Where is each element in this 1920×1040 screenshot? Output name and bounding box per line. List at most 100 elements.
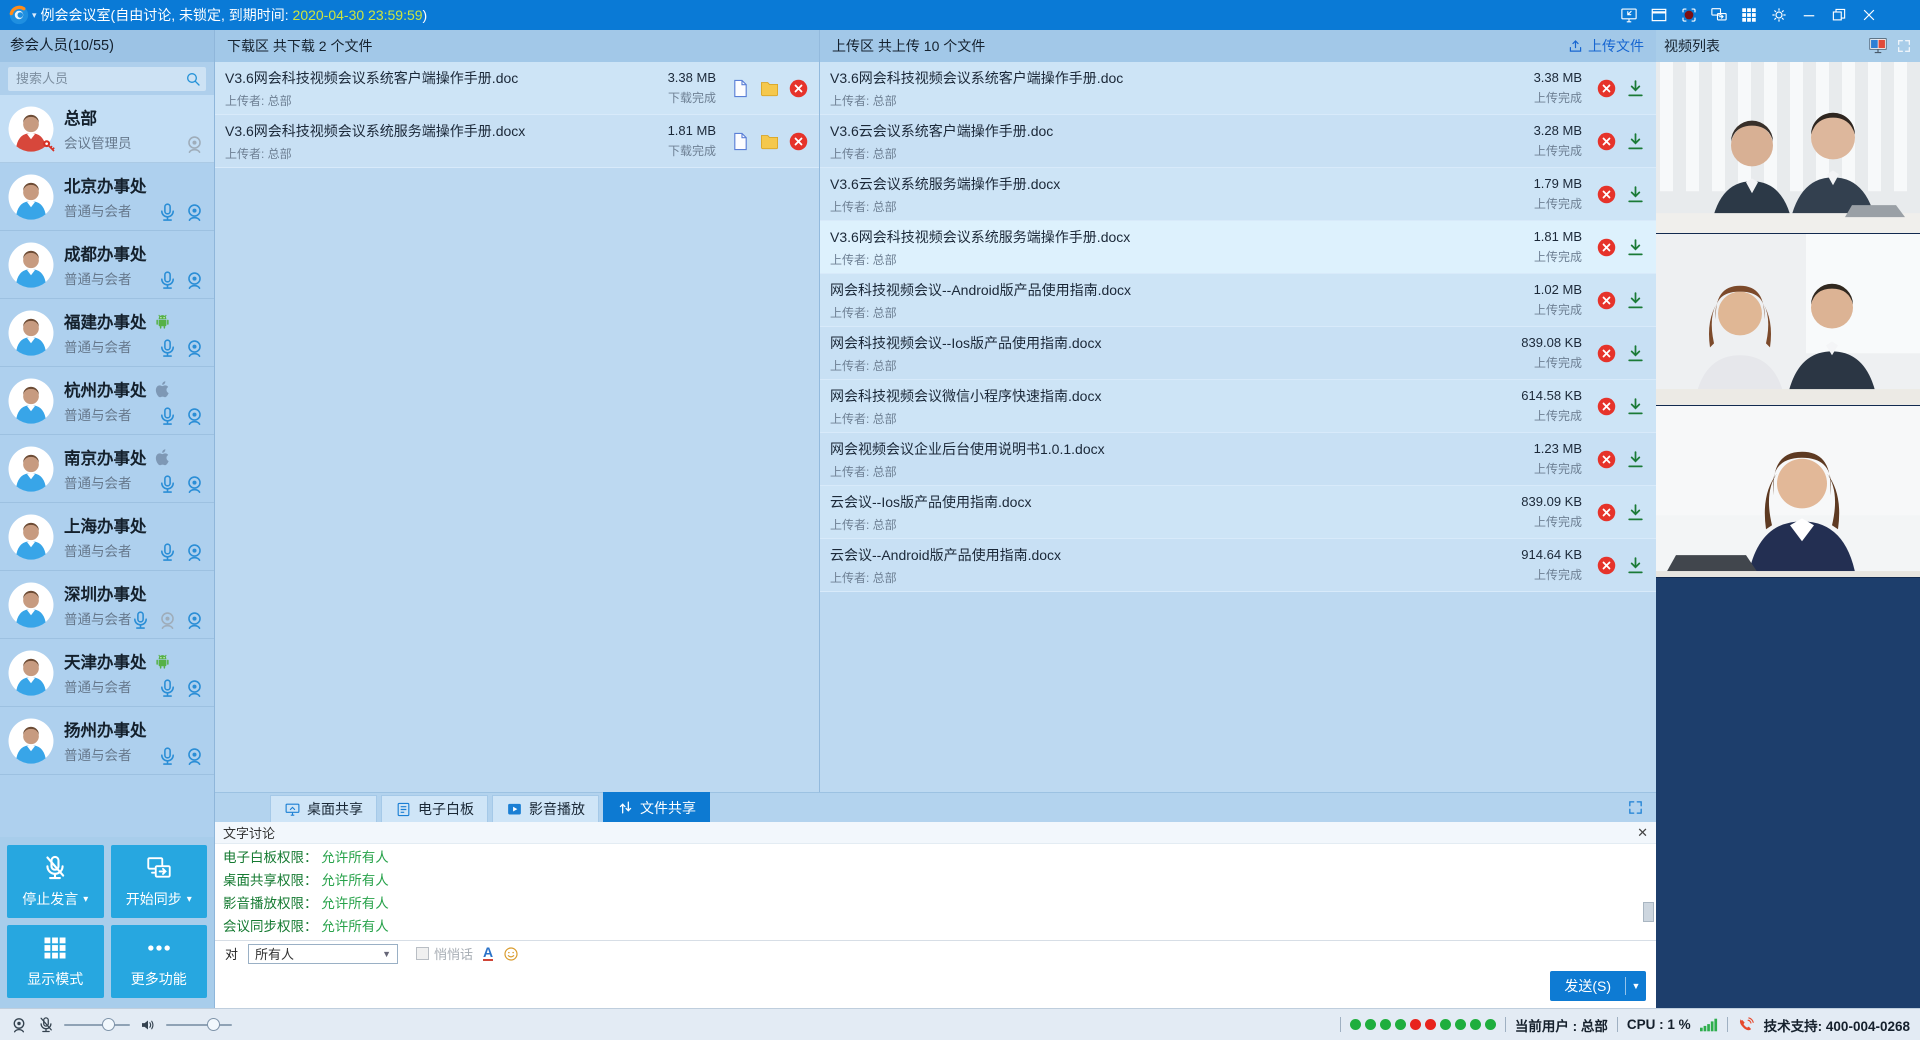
upload-file-row[interactable]: V3.6网会科技视频会议系统服务端操作手册.docx 上传者: 总部 1.81 …	[820, 221, 1656, 274]
tab[interactable]: 桌面共享	[270, 795, 377, 822]
xcircle-icon[interactable]	[1596, 502, 1617, 523]
xcircle-icon[interactable]	[1596, 555, 1617, 576]
display-grid-button[interactable]	[1740, 6, 1758, 24]
download-file-row[interactable]: V3.6网会科技视频会议系统服务端操作手册.docx 上传者: 总部 1.81 …	[215, 115, 819, 168]
upload-file-button[interactable]: 上传文件	[1567, 36, 1644, 56]
download-icon[interactable]	[1625, 502, 1646, 523]
folder-icon[interactable]	[759, 78, 780, 99]
upload-file-row[interactable]: 网会科技视频会议--Android版产品使用指南.docx 上传者: 总部 1.…	[820, 274, 1656, 327]
cam-icon[interactable]	[184, 678, 205, 699]
upload-file-row[interactable]: 云会议--Android版产品使用指南.docx 上传者: 总部 914.64 …	[820, 539, 1656, 592]
participant-row[interactable]: 北京办事处 普通与会者	[0, 163, 214, 231]
video-thumbnail[interactable]	[1656, 62, 1920, 234]
send-options-caret-icon[interactable]: ▼	[1626, 981, 1646, 991]
title-menu-caret-icon[interactable]: ▾	[32, 10, 37, 21]
sidebar-action-button[interactable]: 停止发言▾	[7, 845, 104, 918]
participant-row[interactable]: 天津办事处 普通与会者	[0, 639, 214, 707]
upload-file-row[interactable]: 云会议--Ios版产品使用指南.docx 上传者: 总部 839.09 KB 上…	[820, 486, 1656, 539]
mic-icon[interactable]	[157, 270, 178, 291]
download-file-row[interactable]: V3.6网会科技视频会议系统客户端操作手册.doc 上传者: 总部 3.38 M…	[215, 62, 819, 115]
speaker-volume-slider[interactable]	[166, 1024, 232, 1026]
download-icon[interactable]	[1625, 237, 1646, 258]
mic-volume-slider[interactable]	[64, 1024, 130, 1026]
cam-grey-icon[interactable]	[157, 610, 178, 631]
participant-row[interactable]: 福建办事处 普通与会者	[0, 299, 214, 367]
mic-icon[interactable]	[157, 202, 178, 223]
cam-icon[interactable]	[184, 338, 205, 359]
screen-share-button[interactable]	[1710, 6, 1728, 24]
xcircle-icon[interactable]	[1596, 290, 1617, 311]
folder-icon[interactable]	[759, 131, 780, 152]
mic-icon[interactable]	[157, 678, 178, 699]
minimize-button[interactable]	[1800, 6, 1818, 24]
xcircle-icon[interactable]	[1596, 131, 1617, 152]
cam-icon[interactable]	[184, 270, 205, 291]
xcircle-icon[interactable]	[1596, 396, 1617, 417]
upload-file-row[interactable]: V3.6云会议系统客户端操作手册.doc 上传者: 总部 3.28 MB 上传完…	[820, 115, 1656, 168]
close-button[interactable]	[1860, 6, 1878, 24]
mic-icon[interactable]	[157, 406, 178, 427]
emoji-button[interactable]	[503, 946, 519, 962]
mic-icon[interactable]	[130, 610, 151, 631]
cam-icon[interactable]	[184, 406, 205, 427]
video-layout-button[interactable]	[1868, 37, 1888, 55]
participant-row[interactable]: 上海办事处 普通与会者	[0, 503, 214, 571]
xcircle-icon[interactable]	[1596, 237, 1617, 258]
mic-icon[interactable]	[157, 542, 178, 563]
page-icon[interactable]	[730, 131, 751, 152]
upload-file-row[interactable]: 网会科技视频会议--Ios版产品使用指南.docx 上传者: 总部 839.08…	[820, 327, 1656, 380]
mic-icon[interactable]	[157, 746, 178, 767]
download-icon[interactable]	[1625, 290, 1646, 311]
download-icon[interactable]	[1625, 343, 1646, 364]
xcircle-icon[interactable]	[1596, 343, 1617, 364]
mic-icon[interactable]	[157, 338, 178, 359]
video-expand-icon[interactable]	[1896, 38, 1912, 54]
xcircle-icon[interactable]	[788, 78, 809, 99]
participant-row[interactable]: 南京办事处 普通与会者	[0, 435, 214, 503]
page-icon[interactable]	[730, 78, 751, 99]
xcircle-icon[interactable]	[1596, 184, 1617, 205]
window-mode-button[interactable]	[1650, 6, 1668, 24]
message-input[interactable]: 发送(S) ▼	[215, 966, 1656, 1008]
participant-row[interactable]: 杭州办事处 普通与会者	[0, 367, 214, 435]
settings-button[interactable]	[1770, 6, 1788, 24]
download-icon[interactable]	[1625, 555, 1646, 576]
download-icon[interactable]	[1625, 449, 1646, 470]
cam-icon[interactable]	[184, 202, 205, 223]
tab[interactable]: 电子白板	[381, 795, 488, 822]
download-icon[interactable]	[1625, 184, 1646, 205]
tab[interactable]: 影音播放	[492, 795, 599, 822]
upload-file-row[interactable]: V3.6网会科技视频会议系统客户端操作手册.doc 上传者: 总部 3.38 M…	[820, 62, 1656, 115]
speaker-volume-knob[interactable]	[207, 1018, 220, 1031]
search-icon[interactable]	[185, 71, 201, 87]
cam-icon[interactable]	[184, 542, 205, 563]
extend-screen-button[interactable]	[1620, 6, 1638, 24]
tab[interactable]: 文件共享	[603, 792, 710, 822]
mic-icon[interactable]	[157, 474, 178, 495]
maximize-button[interactable]	[1830, 6, 1848, 24]
cam-icon[interactable]	[184, 746, 205, 767]
video-thumbnail[interactable]	[1656, 234, 1920, 406]
xcircle-icon[interactable]	[788, 131, 809, 152]
speaker-icon[interactable]	[139, 1016, 157, 1034]
recipient-select[interactable]: 所有人 ▼	[248, 944, 398, 964]
record-button[interactable]	[1680, 6, 1698, 24]
participant-row[interactable]: 成都办事处 普通与会者	[0, 231, 214, 299]
participant-row[interactable]: 深圳办事处 普通与会者	[0, 571, 214, 639]
upload-file-row[interactable]: 网会科技视频会议微信小程序快速指南.docx 上传者: 总部 614.58 KB…	[820, 380, 1656, 433]
xcircle-icon[interactable]	[1596, 449, 1617, 470]
mic-volume-knob[interactable]	[102, 1018, 115, 1031]
chat-scrollbar-thumb[interactable]	[1643, 902, 1654, 922]
font-settings-button[interactable]: A	[483, 946, 493, 961]
xcircle-icon[interactable]	[1596, 78, 1617, 99]
download-icon[interactable]	[1625, 131, 1646, 152]
cam-icon[interactable]	[184, 474, 205, 495]
sidebar-action-button[interactable]: 开始同步▾	[111, 845, 208, 918]
cam-icon[interactable]	[184, 610, 205, 631]
expand-panel-icon[interactable]	[1627, 799, 1644, 816]
mic-muted-toggle-icon[interactable]	[37, 1016, 55, 1034]
upload-file-row[interactable]: 网会视频会议企业后台使用说明书1.0.1.docx 上传者: 总部 1.23 M…	[820, 433, 1656, 486]
sidebar-action-button[interactable]: 显示模式	[7, 925, 104, 998]
sidebar-action-button[interactable]: 更多功能	[111, 925, 208, 998]
download-icon[interactable]	[1625, 396, 1646, 417]
